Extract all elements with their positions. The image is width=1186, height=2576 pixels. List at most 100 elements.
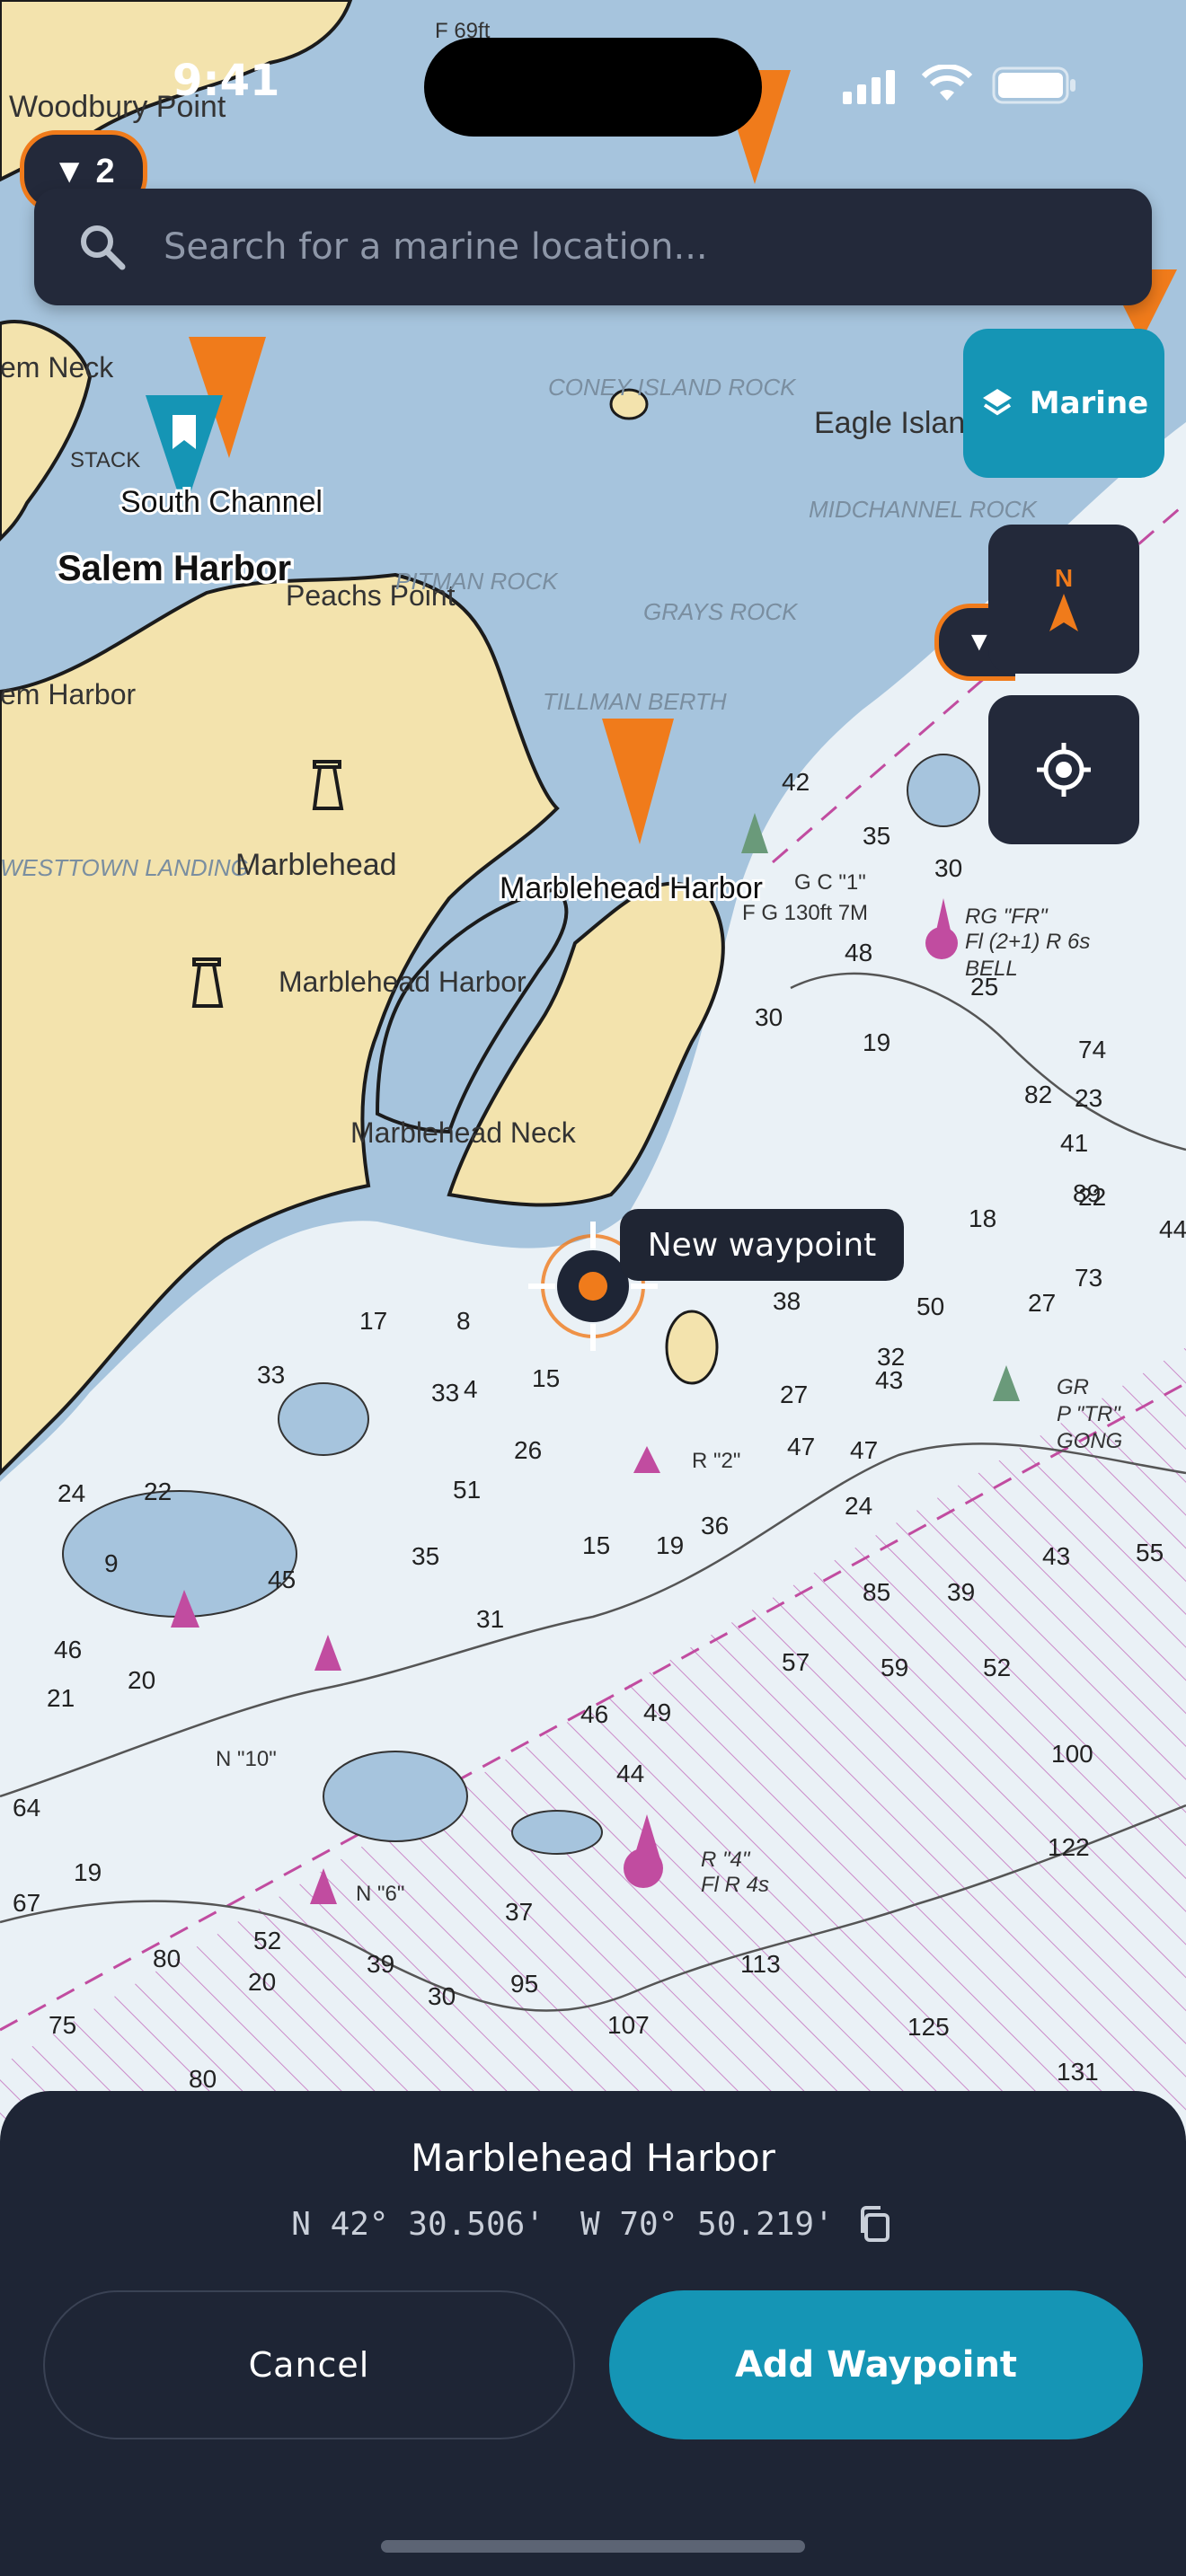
depth-sounding: 59 (881, 1654, 908, 1681)
depth-sounding: 27 (1028, 1289, 1056, 1317)
depth-sounding: 36 (701, 1512, 729, 1539)
north-arrow-icon (1049, 594, 1078, 631)
shoal (62, 1490, 297, 1618)
map-label: PITMAN ROCK (395, 568, 559, 595)
depth-sounding: 15 (582, 1531, 610, 1559)
depth-sounding: 30 (755, 1003, 783, 1031)
map-label: Marblehead Harbor (279, 966, 527, 998)
map-label: CONEY ISLAND ROCK (548, 374, 797, 401)
depth-sounding: 57 (782, 1648, 810, 1676)
depth-sounding: 45 (268, 1566, 296, 1593)
depth-sounding: 74 (1078, 1036, 1106, 1063)
compass-button[interactable]: N (988, 525, 1139, 674)
island (665, 1310, 719, 1385)
depth-sounding: 24 (58, 1479, 85, 1507)
depth-sounding: 46 (580, 1700, 608, 1728)
home-indicator (381, 2540, 805, 2553)
search-icon (81, 225, 126, 270)
map-label: N "10" (216, 1747, 277, 1771)
map-label: R "2" (692, 1449, 740, 1473)
layer-label: Marine (1029, 385, 1149, 421)
shoal (907, 754, 980, 827)
depth-sounding: 23 (1075, 1084, 1102, 1112)
depth-sounding: 122 (1048, 1833, 1090, 1861)
map-label: N "6" (356, 1882, 404, 1906)
shoal (278, 1382, 369, 1456)
battery-icon (992, 66, 1075, 104)
copy-icon[interactable] (855, 2204, 895, 2244)
depth-sounding: 25 (970, 973, 998, 1001)
depth-sounding: 19 (656, 1531, 684, 1559)
map-label: Salem Harbor (58, 549, 291, 588)
map-label: TILLMAN BERTH (543, 688, 727, 715)
depth-sounding: 100 (1051, 1740, 1093, 1768)
depth-sounding: 82 (1024, 1081, 1052, 1108)
depth-sounding: 47 (787, 1433, 815, 1460)
depth-sounding: 24 (845, 1492, 872, 1520)
depth-sounding: 4 (464, 1375, 478, 1403)
search-bar[interactable]: Search for a marine location... (34, 189, 1152, 305)
depth-sounding: 30 (934, 854, 962, 882)
depth-sounding: 52 (253, 1927, 281, 1954)
depth-sounding: 19 (863, 1028, 890, 1056)
depth-sounding: 41 (1060, 1129, 1088, 1157)
depth-sounding: 52 (983, 1654, 1011, 1681)
map-label: RG "FR" (965, 904, 1049, 929)
waypoint-bottom-sheet: Marblehead Harbor N 42° 30.506' W 70° 50… (0, 2091, 1186, 2576)
nautical-chart-map[interactable]: Woodbury Point F 69ft em Neck STACK Sout… (0, 0, 1186, 2156)
depth-sounding: 67 (13, 1889, 40, 1917)
depth-sounding: 15 (532, 1364, 560, 1392)
depth-sounding: 39 (367, 1950, 394, 1978)
depth-sounding: 20 (248, 1968, 276, 1996)
map-label: GRAYS ROCK (643, 598, 799, 625)
wifi-icon (921, 65, 973, 101)
depth-sounding: 80 (153, 1945, 181, 1972)
depth-sounding: 75 (49, 2011, 76, 2039)
depth-sounding: 48 (845, 939, 872, 966)
depth-sounding: 107 (607, 2011, 650, 2039)
depth-sounding: 49 (643, 1698, 671, 1726)
depth-sounding: 17 (359, 1307, 387, 1335)
depth-sounding: 32 (877, 1343, 905, 1371)
signal-icon (843, 70, 895, 104)
map-label: GONG (1057, 1429, 1122, 1453)
map-label: Fl (2+1) R 6s (965, 930, 1090, 954)
map-label: R "4" (701, 1848, 751, 1872)
add-waypoint-button[interactable]: Add Waypoint (609, 2290, 1143, 2439)
status-time: 9:41 (173, 56, 280, 106)
locate-me-button[interactable] (988, 695, 1139, 844)
cancel-button[interactable]: Cancel (43, 2290, 575, 2439)
depth-sounding: 42 (782, 768, 810, 796)
map-label: WESTTOWN LANDING (0, 854, 249, 881)
depth-sounding: 27 (780, 1381, 808, 1408)
depth-sounding: 18 (969, 1204, 996, 1232)
layer-toggle-button[interactable]: Marine (963, 329, 1164, 478)
depth-sounding: 95 (510, 1970, 538, 1998)
map-label: MIDCHANNEL ROCK (809, 496, 1038, 523)
depth-sounding: 47 (850, 1436, 878, 1464)
depth-sounding: 113 (740, 1950, 781, 1978)
depth-sounding: 22 (144, 1478, 172, 1505)
map-label: Eagle Islan (814, 406, 965, 440)
map-label: F G 130ft 7M (742, 901, 868, 925)
depth-sounding: 35 (863, 822, 890, 850)
search-input[interactable]: Search for a marine location... (164, 226, 708, 268)
depth-sounding: 44 (1159, 1215, 1186, 1243)
depth-sounding: 38 (773, 1287, 801, 1315)
map-label: em Harbor (0, 678, 137, 710)
depth-sounding: 44 (616, 1760, 644, 1787)
map-label: Marblehead Neck (350, 1116, 577, 1149)
map-label: GR (1057, 1375, 1089, 1399)
depth-sounding: 33 (431, 1379, 459, 1407)
location-title: Marblehead Harbor (411, 2136, 775, 2180)
compass-north-label: N (1054, 564, 1074, 592)
map-label: Marblehead (235, 848, 397, 882)
depth-sounding: 51 (453, 1476, 481, 1504)
dynamic-island (424, 38, 762, 137)
depth-sounding: 8 (456, 1307, 471, 1335)
depth-sounding: 19 (74, 1858, 102, 1886)
depth-sounding: 30 (428, 1982, 456, 2010)
latitude: N 42° 30.506' (291, 2205, 544, 2243)
depth-sounding: 64 (13, 1794, 40, 1822)
depth-sounding: 125 (907, 2013, 950, 2041)
